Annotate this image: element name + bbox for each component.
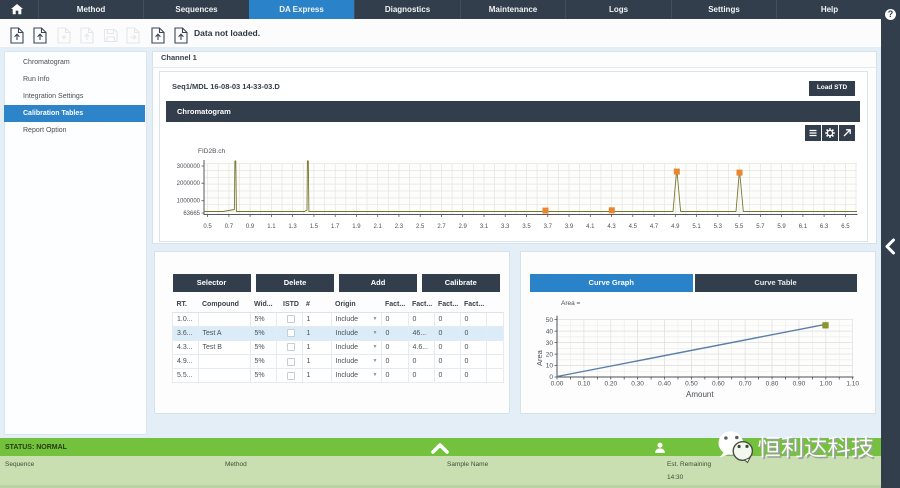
svg-text:0.00: 0.00	[551, 381, 564, 388]
svg-text:1.00: 1.00	[819, 381, 832, 388]
svg-text:1.5: 1.5	[310, 224, 319, 230]
svg-text:0.50: 0.50	[685, 381, 698, 388]
svg-text:0.40: 0.40	[658, 381, 671, 388]
svg-text:0.60: 0.60	[712, 381, 725, 388]
svg-text:2.1: 2.1	[374, 224, 383, 230]
svg-text:0.90: 0.90	[793, 381, 806, 388]
svg-text:2.5: 2.5	[416, 224, 425, 230]
svg-text:6.1: 6.1	[799, 224, 808, 230]
svg-text:3.1: 3.1	[480, 224, 489, 230]
svg-text:1.3: 1.3	[288, 224, 297, 230]
svg-text:0.5: 0.5	[203, 224, 212, 230]
svg-text:0.10: 0.10	[578, 381, 591, 388]
svg-text:4.1: 4.1	[586, 224, 595, 230]
svg-text:5.9: 5.9	[777, 224, 786, 230]
svg-text:5.1: 5.1	[692, 224, 701, 230]
svg-text:4.7: 4.7	[650, 224, 659, 230]
svg-text:2000000: 2000000	[177, 181, 201, 187]
svg-text:0.80: 0.80	[766, 381, 779, 388]
svg-text:2.9: 2.9	[459, 224, 468, 230]
svg-text:0.20: 0.20	[604, 381, 617, 388]
svg-text:1000000: 1000000	[177, 199, 201, 205]
svg-text:3.3: 3.3	[501, 224, 510, 230]
svg-text:1.9: 1.9	[352, 224, 361, 230]
svg-text:1.10: 1.10	[846, 381, 859, 388]
svg-text:0.7: 0.7	[225, 224, 234, 230]
svg-text:1.1: 1.1	[267, 224, 276, 230]
svg-text:5.7: 5.7	[756, 224, 765, 230]
svg-text:4.9: 4.9	[671, 224, 680, 230]
svg-text:5.3: 5.3	[714, 224, 723, 230]
svg-text:Area: Area	[535, 349, 544, 366]
svg-text:50: 50	[546, 317, 554, 324]
svg-text:10: 10	[546, 363, 554, 370]
svg-text:3.5: 3.5	[522, 224, 531, 230]
svg-text:40: 40	[546, 328, 554, 335]
svg-text:30: 30	[546, 340, 554, 347]
svg-text:4.3: 4.3	[607, 224, 616, 230]
svg-text:0.9: 0.9	[246, 224, 255, 230]
svg-text:0.70: 0.70	[739, 381, 752, 388]
svg-text:6.3: 6.3	[820, 224, 829, 230]
svg-text:3.7: 3.7	[544, 224, 553, 230]
svg-text:3000000: 3000000	[177, 164, 201, 170]
svg-text:1.7: 1.7	[331, 224, 340, 230]
svg-text:5.5: 5.5	[735, 224, 744, 230]
svg-text:2.3: 2.3	[395, 224, 404, 230]
svg-text:6.5: 6.5	[841, 224, 850, 230]
svg-text:20: 20	[546, 351, 554, 358]
svg-text:3.9: 3.9	[565, 224, 574, 230]
svg-text:4.5: 4.5	[629, 224, 638, 230]
svg-text:2.7: 2.7	[437, 224, 446, 230]
svg-text:63665: 63665	[183, 211, 200, 217]
svg-text:0.30: 0.30	[631, 381, 644, 388]
